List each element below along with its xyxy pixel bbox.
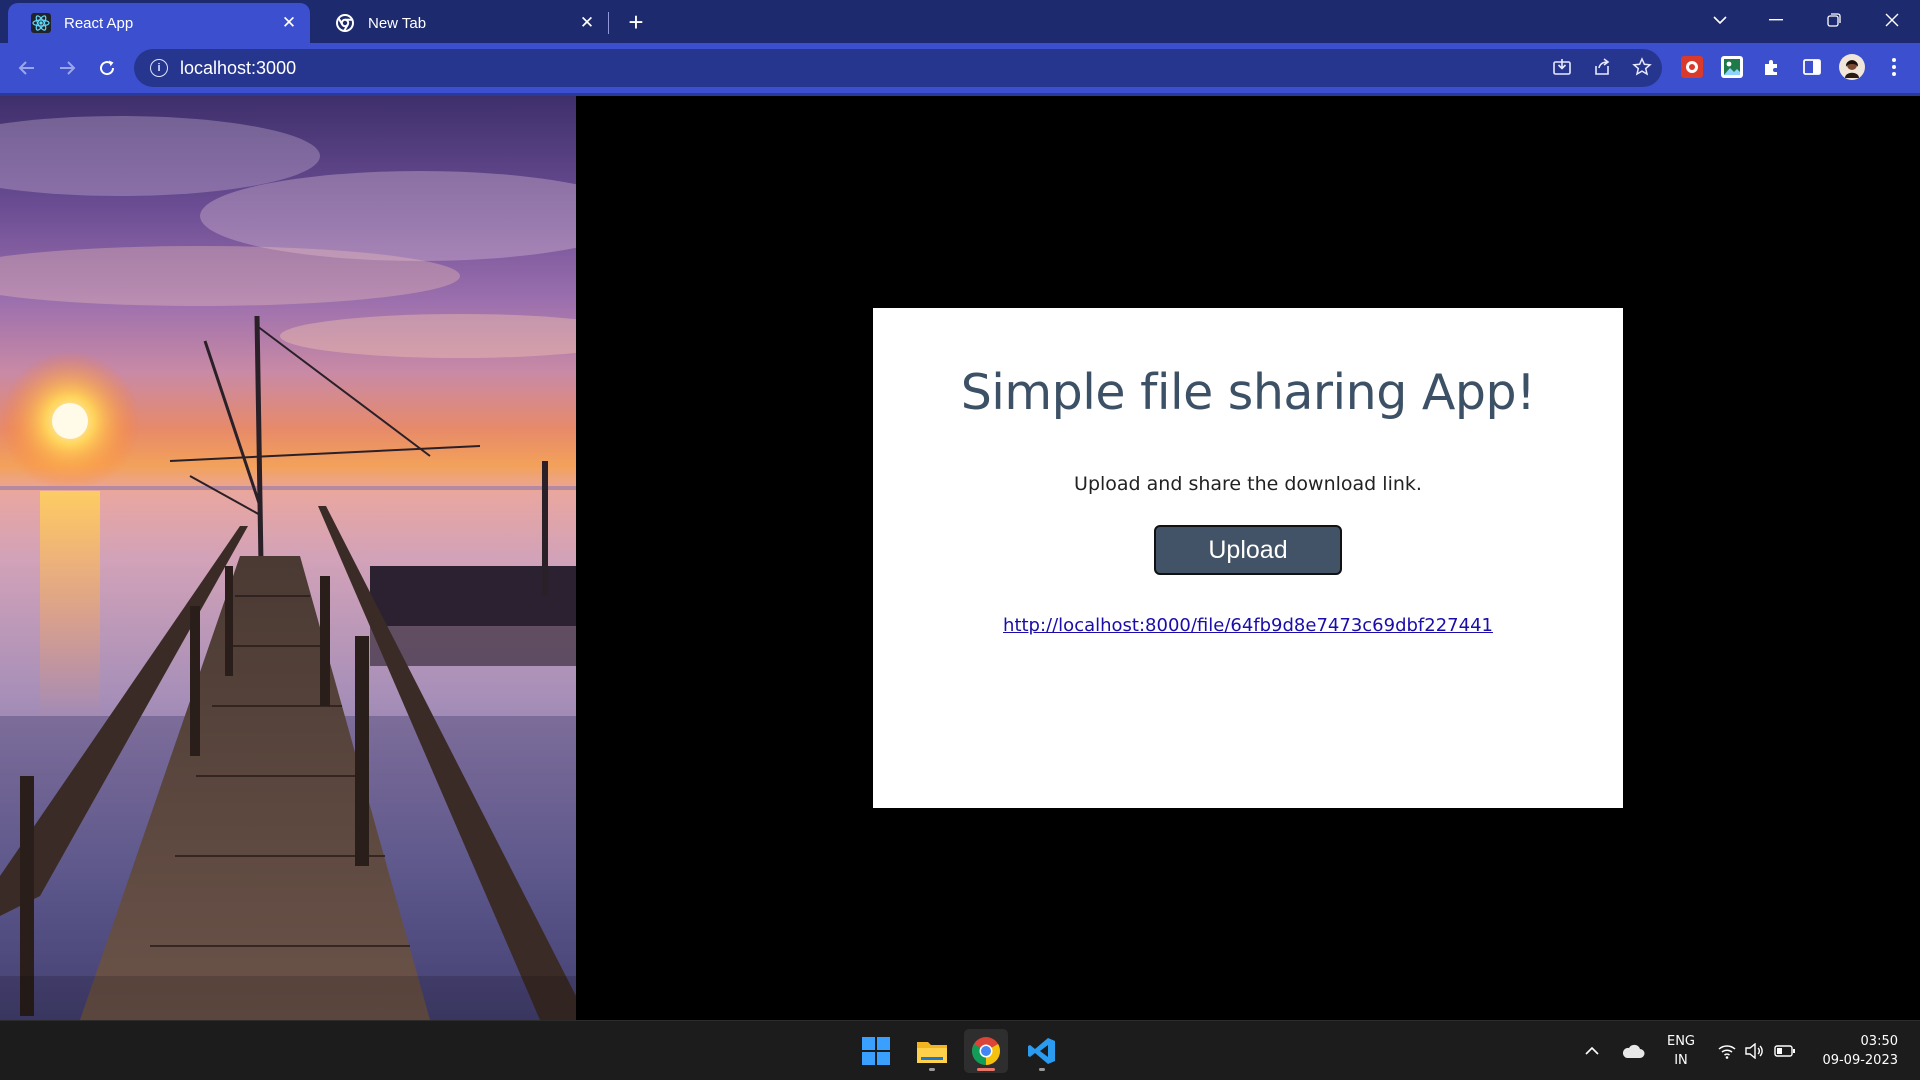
react-icon bbox=[30, 12, 52, 34]
onedrive-cloud-icon[interactable] bbox=[1618, 1021, 1648, 1080]
running-indicator bbox=[929, 1068, 935, 1071]
page-title: Simple file sharing App! bbox=[960, 364, 1536, 421]
bookmark-star-icon[interactable] bbox=[1628, 53, 1656, 81]
address-bar[interactable]: i localhost:3000 bbox=[134, 49, 1662, 87]
extension-red-icon[interactable] bbox=[1678, 53, 1706, 81]
profile-avatar[interactable] bbox=[1838, 53, 1866, 81]
back-button[interactable] bbox=[12, 53, 42, 83]
download-link[interactable]: http://localhost:8000/file/64fb9d8e7473c… bbox=[873, 615, 1623, 636]
browser-toolbar: i localhost:3000 bbox=[0, 43, 1920, 93]
restore-button[interactable] bbox=[1806, 0, 1862, 40]
menu-kebab-icon[interactable] bbox=[1880, 53, 1908, 81]
wifi-icon[interactable] bbox=[1716, 1021, 1738, 1080]
tab-title: React App bbox=[64, 14, 134, 32]
new-tab-button[interactable]: + bbox=[622, 7, 650, 37]
extension-photo-icon[interactable] bbox=[1718, 53, 1746, 81]
language-code: ENG bbox=[1666, 1034, 1695, 1049]
tab-new-tab[interactable]: New Tab ✕ bbox=[312, 3, 608, 43]
sunset-pier-image bbox=[0, 96, 576, 1020]
page-subtitle: Upload and share the download link. bbox=[1074, 473, 1422, 495]
file-explorer-icon[interactable] bbox=[910, 1029, 954, 1073]
tab-bar: React App ✕ New Tab ✕ + bbox=[0, 0, 1920, 43]
upload-button[interactable]: Upload bbox=[1154, 525, 1342, 575]
minimize-button[interactable] bbox=[1748, 0, 1804, 40]
close-window-button[interactable] bbox=[1864, 0, 1920, 40]
reload-button[interactable] bbox=[92, 53, 122, 83]
vscode-icon[interactable] bbox=[1020, 1029, 1064, 1073]
windows-start-icon[interactable] bbox=[854, 1029, 898, 1073]
clock-date: 09-09-2023 bbox=[1822, 1053, 1898, 1068]
install-app-icon[interactable] bbox=[1548, 53, 1576, 81]
side-panel-icon[interactable] bbox=[1798, 53, 1826, 81]
close-tab-icon[interactable]: ✕ bbox=[576, 12, 598, 34]
active-indicator bbox=[977, 1068, 995, 1071]
tab-react-app[interactable]: React App ✕ bbox=[8, 3, 310, 43]
volume-icon[interactable] bbox=[1742, 1021, 1766, 1080]
running-indicator bbox=[1039, 1068, 1045, 1071]
windows-taskbar: ENG IN 03:50 09-09-2023 bbox=[0, 1020, 1920, 1080]
chrome-taskbar-icon[interactable] bbox=[964, 1029, 1008, 1073]
site-info-icon[interactable]: i bbox=[150, 59, 168, 77]
share-icon[interactable] bbox=[1588, 53, 1616, 81]
show-hidden-icons-chevron-icon[interactable] bbox=[1578, 1021, 1606, 1080]
close-tab-icon[interactable]: ✕ bbox=[278, 12, 300, 34]
region-code: IN bbox=[1674, 1053, 1688, 1068]
tab-divider bbox=[608, 12, 609, 34]
url-text: localhost:3000 bbox=[180, 57, 297, 78]
clock-time: 03:50 bbox=[1860, 1034, 1898, 1049]
battery-icon[interactable] bbox=[1772, 1021, 1798, 1080]
upload-card: Simple file sharing App! Upload and shar… bbox=[873, 308, 1623, 808]
page-viewport: Simple file sharing App! Upload and shar… bbox=[0, 96, 1920, 1020]
forward-button[interactable] bbox=[52, 53, 82, 83]
tab-search-icon[interactable] bbox=[1692, 0, 1748, 40]
tab-title: New Tab bbox=[368, 14, 427, 32]
extensions-puzzle-icon[interactable] bbox=[1758, 53, 1786, 81]
language-indicator[interactable]: ENG IN bbox=[1660, 1021, 1702, 1080]
clock[interactable]: 03:50 09-09-2023 bbox=[1808, 1021, 1898, 1080]
chrome-icon bbox=[334, 12, 356, 34]
